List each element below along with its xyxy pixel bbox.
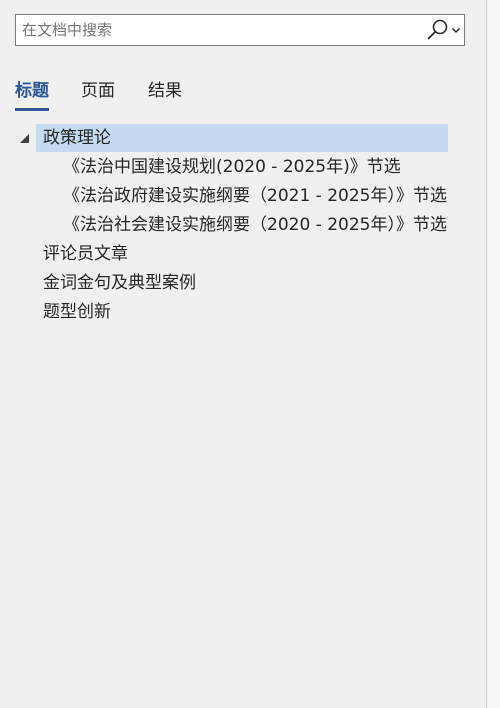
search-button[interactable] xyxy=(426,18,462,42)
heading-item[interactable]: 《法治政府建设实施纲要（2021 - 2025年）》节选 xyxy=(0,182,486,211)
heading-label: 《法治社会建设实施纲要（2020 - 2025年）》节选 xyxy=(63,215,447,235)
heading-item[interactable]: 题型创新 xyxy=(0,298,486,327)
tab-results[interactable]: 结果 xyxy=(148,76,182,101)
tab-pages[interactable]: 页面 xyxy=(81,76,115,101)
tab-headings-label: 标题 xyxy=(15,81,49,101)
heading-item[interactable]: 《法治中国建设规划(2020 - 2025年)》节选 xyxy=(0,153,486,182)
navigation-pane: 标题 页面 结果 政策理论 《法治中国建设规划(2020 - 2025年)》节选… xyxy=(0,0,486,708)
heading-item[interactable]: 金词金句及典型案例 xyxy=(0,269,486,298)
document-edge xyxy=(486,0,500,708)
headings-tree: 政策理论 《法治中国建设规划(2020 - 2025年)》节选 《法治政府建设实… xyxy=(0,124,486,327)
heading-label: 题型创新 xyxy=(43,302,111,322)
heading-item[interactable]: 政策理论 xyxy=(0,124,486,153)
active-tab-indicator xyxy=(15,108,49,111)
search-input[interactable] xyxy=(22,15,418,45)
heading-item[interactable]: 评论员文章 xyxy=(0,240,486,269)
tab-results-label: 结果 xyxy=(148,81,182,101)
heading-label: 评论员文章 xyxy=(43,244,128,264)
tab-headings[interactable]: 标题 xyxy=(15,76,49,111)
heading-label: 政策理论 xyxy=(43,128,111,148)
search-box xyxy=(15,14,465,46)
magnifier-icon xyxy=(427,19,448,40)
tab-pages-label: 页面 xyxy=(81,81,115,101)
heading-label: 金词金句及典型案例 xyxy=(43,273,196,293)
heading-label: 《法治中国建设规划(2020 - 2025年)》节选 xyxy=(63,157,401,177)
heading-item[interactable]: 《法治社会建设实施纲要（2020 - 2025年）》节选 xyxy=(0,211,486,240)
collapse-triangle-icon[interactable] xyxy=(20,134,29,143)
heading-label: 《法治政府建设实施纲要（2021 - 2025年）》节选 xyxy=(63,186,447,206)
chevron-down-icon[interactable] xyxy=(451,18,461,42)
